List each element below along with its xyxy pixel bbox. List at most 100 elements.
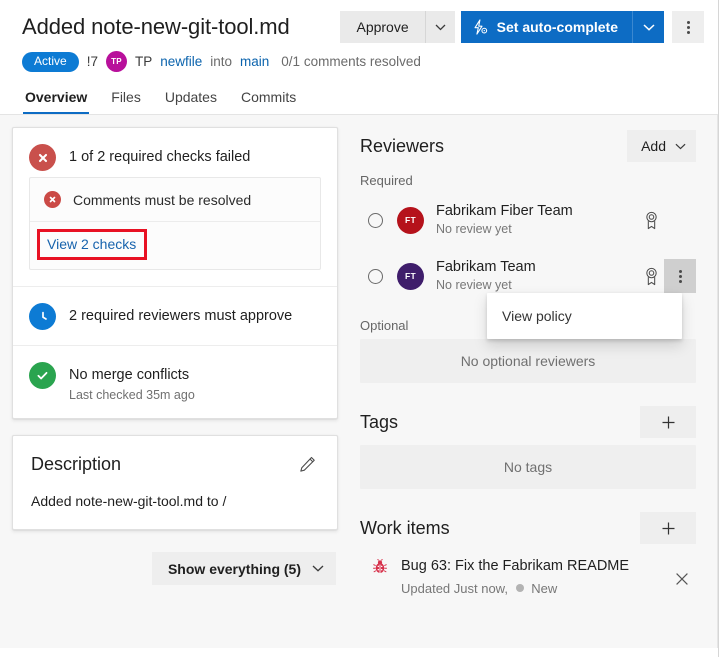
checks-panel-footer: View 2 checks <box>30 222 320 269</box>
required-reviewers-label: Required <box>360 173 413 188</box>
work-item-title[interactable]: Bug 63: Fix the Fabrikam README <box>401 557 629 576</box>
approve-dropdown-button[interactable] <box>424 11 455 43</box>
show-everything-row: Show everything (5) <box>12 530 338 585</box>
title-row: Added note-new-git-tool.md Approve Set a… <box>22 10 704 43</box>
check-circle-icon <box>29 362 56 389</box>
tab-files[interactable]: Files <box>109 86 143 114</box>
avatar: FT <box>397 206 424 234</box>
add-reviewer-button[interactable]: Add <box>627 130 696 162</box>
avatar: TP <box>105 51 127 72</box>
reviewers-title: Reviewers <box>360 135 445 156</box>
right-column: Reviewers Add Required FT Fabrikam Fiber… <box>350 115 718 648</box>
into-label: into <box>210 54 233 69</box>
reviewer-name: Fabrikam Team <box>436 258 536 275</box>
pull-request-page: Added note-new-git-tool.md Approve Set a… <box>0 0 719 657</box>
target-branch-link[interactable]: main <box>240 54 269 69</box>
reviewer-row[interactable]: FT Fabrikam Fiber Team No review yet <box>360 192 696 248</box>
required-ribbon-icon[interactable] <box>638 211 664 230</box>
checks-failed-label: 1 of 2 required checks failed <box>69 149 251 165</box>
pencil-icon <box>299 456 315 472</box>
edit-description-button[interactable] <box>295 452 319 476</box>
work-item-state: New <box>531 581 558 596</box>
pr-header: Added note-new-git-tool.md Approve Set a… <box>0 0 718 114</box>
tab-commits[interactable]: Commits <box>239 86 298 114</box>
status-badge: Active <box>22 51 79 72</box>
reviewer-info: Fabrikam Team No review yet <box>436 259 536 294</box>
approve-button[interactable]: Approve <box>340 11 425 43</box>
reviewer-context-menu: View policy <box>487 293 682 339</box>
description-body: Added note-new-git-tool.md to / <box>31 493 227 509</box>
reviewer-more-actions-button[interactable] <box>664 259 696 293</box>
pr-number: !7 <box>86 54 98 69</box>
bug-icon <box>372 558 390 580</box>
show-everything-label: Show everything (5) <box>167 560 301 577</box>
work-item-updated: Updated Just now, <box>401 581 508 596</box>
header-actions: Approve Set auto-complete <box>340 10 704 43</box>
more-vertical-icon <box>678 269 682 283</box>
comments-resolved-count: 0/1 comments resolved <box>281 54 421 69</box>
reviewers-header: Reviewers Add <box>360 129 696 163</box>
tab-overview[interactable]: Overview <box>23 86 90 114</box>
work-items-title: Work items <box>360 517 450 538</box>
pr-tabs: Overview Files Updates Commits <box>22 86 704 114</box>
left-column: 1 of 2 required checks failed Comments m… <box>0 115 350 648</box>
add-work-item-button[interactable] <box>640 512 696 544</box>
remove-work-item-button[interactable] <box>668 565 696 593</box>
set-auto-complete-label: Set auto-complete <box>496 19 618 35</box>
reviewer-status: No review yet <box>436 221 512 236</box>
approve-split-button: Approve <box>340 11 455 43</box>
reviewer-select-radio[interactable] <box>368 268 383 284</box>
chevron-down-icon <box>642 23 655 31</box>
source-branch-link[interactable]: newfile <box>160 54 202 69</box>
add-tag-button[interactable] <box>640 406 696 438</box>
required-reviewers-label: 2 required reviewers must approve <box>69 308 293 324</box>
more-vertical-icon <box>686 20 690 34</box>
error-circle-icon <box>29 144 56 171</box>
description-title: Description <box>31 453 122 474</box>
work-item-info: Bug 63: Fix the Fabrikam README Updated … <box>401 557 629 598</box>
show-everything-button[interactable]: Show everything (5) <box>151 552 336 585</box>
clock-icon <box>29 303 56 330</box>
pr-meta-row: Active !7 TP TP newfile into main 0/1 co… <box>22 51 704 72</box>
view-checks-link[interactable]: View 2 checks <box>44 235 139 253</box>
avatar: FT <box>397 262 424 290</box>
work-item-meta: Updated Just now, New <box>401 579 629 598</box>
policy-status-card: 1 of 2 required checks failed Comments m… <box>12 127 338 419</box>
tags-empty: No tags <box>360 445 696 489</box>
reviewer-name: Fabrikam Fiber Team <box>436 202 573 219</box>
optional-reviewers-empty: No optional reviewers <box>360 339 696 383</box>
checks-failed-row: 1 of 2 required checks failed <box>13 128 337 177</box>
reviewer-select-radio[interactable] <box>368 212 383 228</box>
description-card: Description Added note-new-git-tool.md t… <box>12 435 338 530</box>
description-header: Description <box>31 452 319 476</box>
merge-conflicts-label: No merge conflicts <box>69 367 190 383</box>
add-reviewer-label: Add <box>641 138 666 154</box>
required-ribbon-icon[interactable] <box>638 267 664 286</box>
pr-more-actions-button[interactable] <box>672 11 704 43</box>
view-checks-wrapper: View 2 checks <box>37 229 148 260</box>
page-title: Added note-new-git-tool.md <box>22 14 290 39</box>
plus-icon <box>662 522 674 534</box>
chevron-down-icon <box>435 24 446 30</box>
plus-icon <box>662 416 674 428</box>
merge-conflicts-row: No merge conflicts Last checked 35m ago <box>13 346 337 418</box>
failed-checks-panel: Comments must be resolved View 2 checks <box>29 177 321 270</box>
pr-body: 1 of 2 required checks failed Comments m… <box>0 115 718 648</box>
merge-conflicts-sub: Last checked 35m ago <box>69 388 195 402</box>
chevron-down-icon <box>312 565 324 572</box>
autocomplete-dropdown-button[interactable] <box>632 11 664 43</box>
required-reviewers-row: 2 required reviewers must approve <box>13 286 337 346</box>
reviewer-info: Fabrikam Fiber Team No review yet <box>436 203 573 238</box>
author-name: TP <box>134 54 153 69</box>
check-item-label: Comments must be resolved <box>73 191 252 208</box>
close-icon <box>676 573 688 585</box>
context-menu-item-view-policy[interactable]: View policy <box>487 297 682 335</box>
set-auto-complete-button[interactable]: Set auto-complete <box>460 11 632 43</box>
error-circle-small-icon <box>44 191 61 208</box>
work-item-row[interactable]: Bug 63: Fix the Fabrikam README Updated … <box>360 545 696 608</box>
check-item-row: Comments must be resolved <box>30 178 320 222</box>
tab-updates[interactable]: Updates <box>163 86 219 114</box>
chevron-down-icon <box>675 143 686 149</box>
autocomplete-split-button: Set auto-complete <box>460 11 664 43</box>
scroll-track[interactable] <box>717 115 718 648</box>
